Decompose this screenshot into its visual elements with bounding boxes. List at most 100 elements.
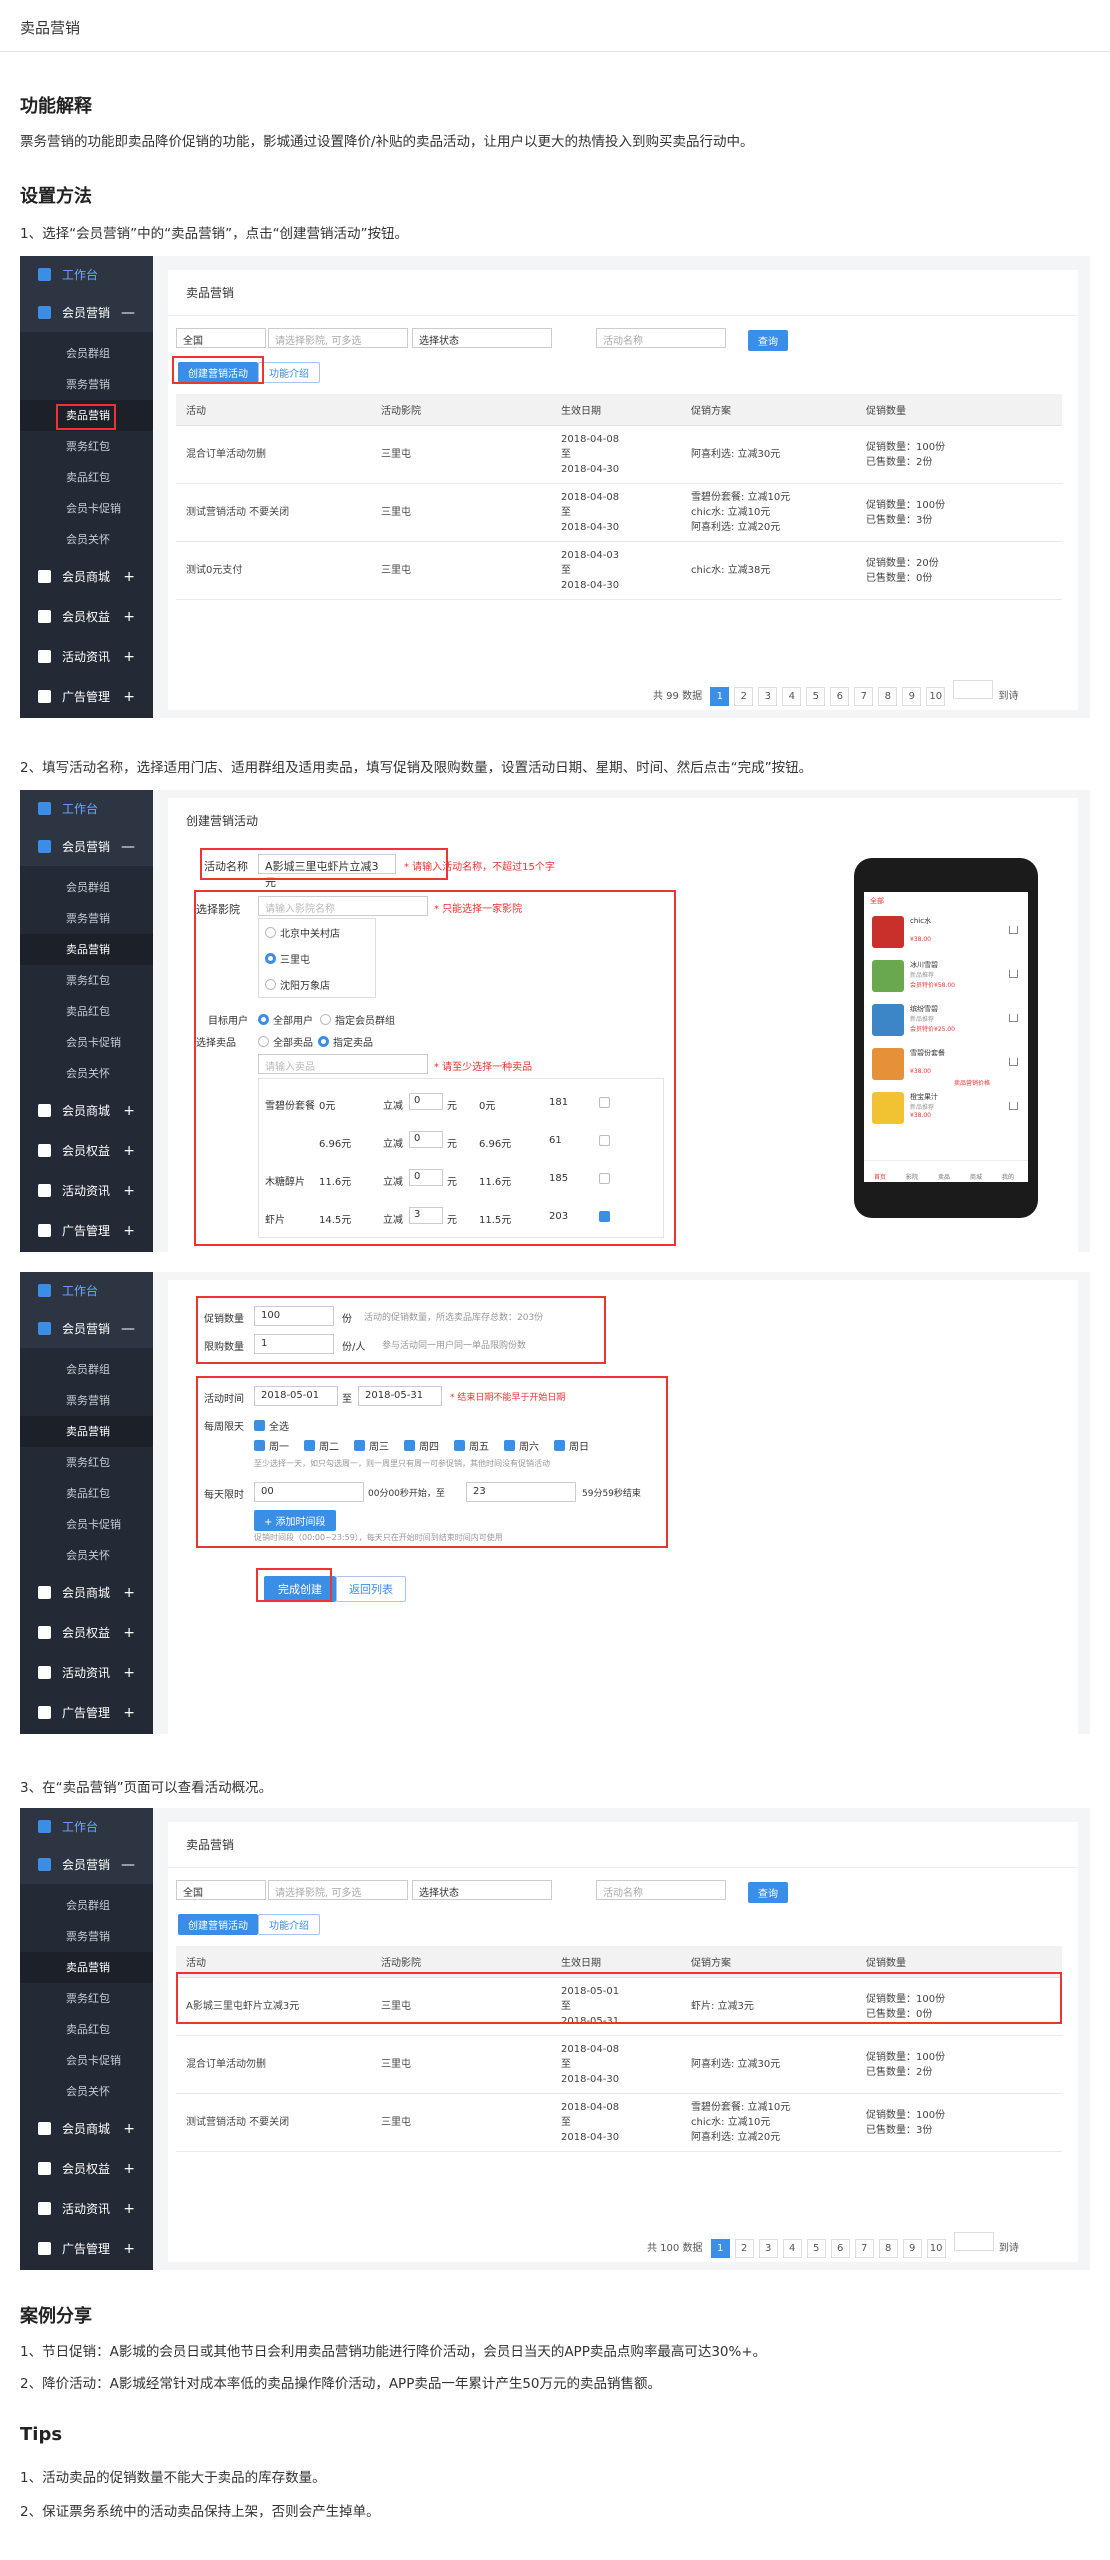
page-4[interactable]: 4 bbox=[782, 687, 802, 706]
cart-icon[interactable] bbox=[1009, 1102, 1018, 1110]
page-7[interactable]: 7 bbox=[854, 2239, 874, 2258]
sidebar-sub-groups[interactable]: 会员群组 bbox=[20, 1354, 153, 1385]
sidebar-item-mall[interactable]: 会员商城 + bbox=[20, 558, 153, 596]
sidebar-sub-care[interactable]: 会员关怀 bbox=[20, 524, 153, 555]
sidebar-sub-care[interactable]: 会员关怀 bbox=[20, 2076, 153, 2107]
phone-nav-item[interactable]: 我的 bbox=[1002, 1172, 1014, 1181]
sidebar-sub-ticket-red[interactable]: 票务红包 bbox=[20, 965, 153, 996]
sidebar-sub-ticket-red[interactable]: 票务红包 bbox=[20, 1447, 153, 1478]
page-6[interactable]: 6 bbox=[830, 687, 850, 706]
store-select[interactable]: 全国 bbox=[176, 328, 266, 348]
intro-button[interactable]: 功能介绍 bbox=[258, 362, 320, 383]
sidebar-item-rights[interactable]: 会员权益 + bbox=[20, 598, 153, 636]
intro-button[interactable]: 功能介绍 bbox=[258, 1914, 320, 1935]
sidebar-sub-ticket-red[interactable]: 票务红包 bbox=[20, 431, 153, 462]
sidebar-item-rights[interactable]: 会员权益 + bbox=[20, 2150, 153, 2188]
page-1[interactable]: 1 bbox=[710, 687, 730, 706]
jump-label[interactable]: 到诗 bbox=[998, 688, 1018, 707]
page-2[interactable]: 2 bbox=[734, 687, 754, 706]
name-input[interactable]: 活动名称 bbox=[596, 328, 726, 348]
page-7[interactable]: 7 bbox=[854, 687, 874, 706]
name-input[interactable]: 活动名称 bbox=[596, 1880, 726, 1900]
sidebar-sub-card[interactable]: 会员卡促销 bbox=[20, 2045, 153, 2076]
page-10[interactable]: 10 bbox=[926, 2239, 946, 2258]
phone-nav-item[interactable]: 首页 bbox=[874, 1172, 886, 1181]
sidebar-item-rights[interactable]: 会员权益 + bbox=[20, 1614, 153, 1652]
table-row[interactable]: 混合订单活动勿删 三里屯 2018-04-08 至 2018-04-30 阿喜利选: 立减… bbox=[176, 425, 1062, 484]
sidebar-sub-ticket[interactable]: 票务营销 bbox=[20, 1385, 153, 1416]
sidebar-item-rights[interactable]: 会员权益 + bbox=[20, 1132, 153, 1170]
status-select[interactable]: 选择状态 bbox=[412, 328, 552, 348]
sidebar-item-workbench[interactable]: 工作台 bbox=[20, 1272, 153, 1310]
sidebar-item-ads[interactable]: 广告管理 + bbox=[20, 678, 153, 716]
create-activity-button[interactable]: 创建营销活动 bbox=[178, 1914, 258, 1935]
page-8[interactable]: 8 bbox=[878, 2239, 898, 2258]
sidebar-sub-care[interactable]: 会员关怀 bbox=[20, 1540, 153, 1571]
sidebar-item-news[interactable]: 活动资讯 + bbox=[20, 1172, 153, 1210]
sidebar-sub-goods[interactable]: 卖品营销 bbox=[20, 1416, 153, 1447]
page-8[interactable]: 8 bbox=[878, 687, 898, 706]
page-2[interactable]: 2 bbox=[734, 2239, 754, 2258]
sidebar-sub-card[interactable]: 会员卡促销 bbox=[20, 493, 153, 524]
sidebar-sub-goods[interactable]: 卖品营销 bbox=[20, 1952, 153, 1983]
sidebar-sub-care[interactable]: 会员关怀 bbox=[20, 1058, 153, 1089]
search-button[interactable]: 查询 bbox=[748, 330, 788, 351]
phone-product[interactable]: 冰川雪碧 新品推荐 会员特价¥58.00 bbox=[872, 958, 1022, 994]
sidebar-item-member-marketing[interactable]: 会员营销 — bbox=[20, 1310, 153, 1348]
page-9[interactable]: 9 bbox=[902, 2239, 922, 2258]
sidebar-sub-card[interactable]: 会员卡促销 bbox=[20, 1509, 153, 1540]
jump-input[interactable] bbox=[953, 2232, 994, 2251]
page-1[interactable]: 1 bbox=[710, 2239, 730, 2258]
status-select[interactable]: 选择状态 bbox=[412, 1880, 552, 1900]
sidebar-item-ads[interactable]: 广告管理 + bbox=[20, 1694, 153, 1732]
table-row[interactable]: 测试营销活动 不要关闭 三里屯 2018-04-08 至 2018-04-30 雪碧份套餐… bbox=[176, 483, 1062, 542]
sidebar-item-member-marketing[interactable]: 会员营销 — bbox=[20, 294, 153, 332]
sidebar-item-workbench[interactable]: 工作台 bbox=[20, 256, 153, 294]
page-9[interactable]: 9 bbox=[902, 687, 922, 706]
sidebar-sub-goods-red[interactable]: 卖品红包 bbox=[20, 996, 153, 1027]
cart-icon[interactable] bbox=[1009, 1014, 1018, 1022]
sidebar-sub-ticket[interactable]: 票务营销 bbox=[20, 369, 153, 400]
phone-product[interactable]: 缤纷雪碧 新品推荐 会员特价¥25.00 bbox=[872, 1002, 1022, 1038]
sidebar-item-member-marketing[interactable]: 会员营销 — bbox=[20, 1846, 153, 1884]
jump-input[interactable] bbox=[953, 680, 994, 699]
sidebar-item-ads[interactable]: 广告管理 + bbox=[20, 2230, 153, 2268]
page-5[interactable]: 5 bbox=[806, 687, 826, 706]
sidebar-sub-ticket[interactable]: 票务营销 bbox=[20, 903, 153, 934]
sidebar-sub-goods-red[interactable]: 卖品红包 bbox=[20, 462, 153, 493]
phone-product[interactable]: 雪碧份套餐 ¥38.00 bbox=[872, 1046, 1022, 1082]
cinema-input[interactable]: 请选择影院, 可多选 bbox=[268, 1880, 408, 1900]
page-3[interactable]: 3 bbox=[758, 687, 778, 706]
page-10[interactable]: 10 bbox=[926, 687, 946, 706]
cart-icon[interactable] bbox=[1009, 926, 1018, 934]
page-6[interactable]: 6 bbox=[830, 2239, 850, 2258]
sidebar-sub-goods-red[interactable]: 卖品红包 bbox=[20, 1478, 153, 1509]
table-row[interactable]: 测试0元支付 三里屯 2018-04-03 至 2018-04-30 chic水: 立减3… bbox=[176, 541, 1062, 600]
sidebar-item-news[interactable]: 活动资讯 + bbox=[20, 1654, 153, 1692]
sidebar-sub-ticket-red[interactable]: 票务红包 bbox=[20, 1983, 153, 2014]
sidebar-item-mall[interactable]: 会员商城 + bbox=[20, 1092, 153, 1130]
sidebar-item-member-marketing[interactable]: 会员营销 — bbox=[20, 828, 153, 866]
sidebar-sub-goods[interactable]: 卖品营销 bbox=[20, 934, 153, 965]
phone-nav-item[interactable]: 卖品 bbox=[938, 1172, 950, 1181]
sidebar-item-workbench[interactable]: 工作台 bbox=[20, 790, 153, 828]
sidebar-sub-groups[interactable]: 会员群组 bbox=[20, 1890, 153, 1921]
sidebar-sub-goods-red[interactable]: 卖品红包 bbox=[20, 2014, 153, 2045]
page-4[interactable]: 4 bbox=[782, 2239, 802, 2258]
sidebar-sub-groups[interactable]: 会员群组 bbox=[20, 872, 153, 903]
sidebar-item-ads[interactable]: 广告管理 + bbox=[20, 1212, 153, 1250]
search-button[interactable]: 查询 bbox=[748, 1882, 788, 1903]
phone-product[interactable]: 橙宝果汁 新品推荐 ¥38.00 bbox=[872, 1090, 1022, 1126]
sidebar-item-workbench[interactable]: 工作台 bbox=[20, 1808, 153, 1846]
phone-product[interactable]: chic水 ¥38.00 bbox=[872, 914, 1022, 950]
sidebar-sub-card[interactable]: 会员卡促销 bbox=[20, 1027, 153, 1058]
sidebar-item-news[interactable]: 活动资讯 + bbox=[20, 638, 153, 676]
phone-nav-item[interactable]: 商城 bbox=[970, 1172, 982, 1181]
sidebar-item-news[interactable]: 活动资讯 + bbox=[20, 2190, 153, 2228]
sidebar-item-mall[interactable]: 会员商城 + bbox=[20, 1574, 153, 1612]
page-5[interactable]: 5 bbox=[806, 2239, 826, 2258]
page-3[interactable]: 3 bbox=[758, 2239, 778, 2258]
cart-icon[interactable] bbox=[1009, 970, 1018, 978]
table-row[interactable]: 混合订单活动勿删 三里屯 2018-04-08 至 2018-04-30 阿喜利选: 立减… bbox=[176, 2035, 1062, 2094]
cart-icon[interactable] bbox=[1009, 1058, 1018, 1066]
